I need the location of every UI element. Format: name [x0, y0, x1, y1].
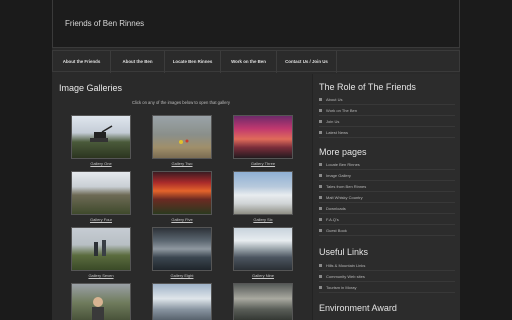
sidebar-link-guest-book[interactable]: Guest Book — [319, 225, 455, 236]
page-instructions: Click on any of the images below to open… — [132, 100, 230, 105]
gallery-twelve-thumbnail[interactable] — [233, 283, 293, 320]
gallery-eleven-thumbnail[interactable] — [152, 283, 212, 320]
nav-locate-ben[interactable]: Locate Ben Rinnes — [165, 51, 221, 73]
gallery-one-link[interactable]: Gallery One — [71, 161, 131, 166]
gallery-three-link[interactable]: Gallery Three — [233, 161, 293, 166]
gallery-five-thumbnail[interactable] — [152, 171, 212, 215]
sidebar: The Role of The Friends About Us Work on… — [312, 74, 460, 320]
nav-work-on-ben[interactable]: Work on the Ben — [221, 51, 277, 73]
sidebar-link-image-gallery[interactable]: Image Gallery — [319, 170, 455, 181]
sidebar-heading-useful: Useful Links — [319, 247, 369, 257]
bullet-icon — [319, 229, 322, 233]
sidebar-link-faq[interactable]: F.A.Q's — [319, 214, 455, 225]
sidebar-link-malt-whisky[interactable]: Malt Whisky Country — [319, 192, 455, 203]
bullet-icon — [319, 275, 322, 279]
sidebar-link-community[interactable]: Community Web sites — [319, 271, 455, 282]
gallery-six-link[interactable]: Gallery Six — [233, 217, 293, 222]
gallery-four-thumbnail[interactable] — [71, 171, 131, 215]
sidebar-heading-environment: Environment Award — [319, 303, 397, 313]
gallery-nine-link[interactable]: Gallery Nine — [233, 273, 293, 278]
gallery-eight-thumbnail[interactable] — [152, 227, 212, 271]
sidebar-link-about-us[interactable]: About Us — [319, 94, 455, 105]
gallery-two-link[interactable]: Gallery Two — [152, 161, 212, 166]
bullet-icon — [319, 185, 322, 189]
gallery-nine-thumbnail[interactable] — [233, 227, 293, 271]
sidebar-link-latest-news[interactable]: Latest News — [319, 127, 455, 138]
sidebar-heading-role: The Role of The Friends — [319, 82, 416, 92]
sidebar-link-locate[interactable]: Locate Ben Rinnes — [319, 159, 455, 170]
sidebar-link-hills[interactable]: Hills & Mountain Links — [319, 260, 455, 271]
bullet-icon — [319, 207, 322, 211]
main-content: Image Galleries Click on any of the imag… — [52, 74, 310, 320]
sidebar-heading-more: More pages — [319, 147, 367, 157]
nav-about-ben[interactable]: About the Ben — [111, 51, 165, 73]
sidebar-link-work-on-ben[interactable]: Work on The Ben — [319, 105, 455, 116]
gallery-eight-link[interactable]: Gallery Eight — [152, 273, 212, 278]
bullet-icon — [319, 218, 322, 222]
gallery-four-link[interactable]: Gallery Four — [71, 217, 131, 222]
gallery-seven-thumbnail[interactable] — [71, 227, 131, 271]
bullet-icon — [319, 174, 322, 178]
sidebar-link-join-us[interactable]: Join Us — [319, 116, 455, 127]
gallery-two-thumbnail[interactable] — [152, 115, 212, 159]
site-title[interactable]: Friends of Ben Rinnes — [65, 19, 144, 28]
bullet-icon — [319, 120, 322, 124]
gallery-five-link[interactable]: Gallery Five — [152, 217, 212, 222]
bullet-icon — [319, 196, 322, 200]
bullet-icon — [319, 286, 322, 290]
site-header: Friends of Ben Rinnes — [52, 0, 460, 48]
gallery-ten-thumbnail[interactable] — [71, 283, 131, 320]
sidebar-link-tourism[interactable]: Tourism in Moray — [319, 282, 455, 293]
gallery-three-thumbnail[interactable] — [233, 115, 293, 159]
main-nav: About the Friends About the Ben Locate B… — [52, 50, 460, 73]
bullet-icon — [319, 109, 322, 113]
gallery-seven-link[interactable]: Gallery Seven — [71, 273, 131, 278]
nav-contact-join[interactable]: Contact Us / Join Us — [277, 51, 337, 73]
gallery-six-thumbnail[interactable] — [233, 171, 293, 215]
bullet-icon — [319, 98, 322, 102]
nav-about-friends[interactable]: About the Friends — [53, 51, 111, 73]
page-title: Image Galleries — [59, 83, 123, 93]
bullet-icon — [319, 131, 322, 135]
bullet-icon — [319, 163, 322, 167]
bullet-icon — [319, 264, 322, 268]
sidebar-link-downloads[interactable]: Downloads — [319, 203, 455, 214]
sidebar-link-tales[interactable]: Tales from Ben Rinnes — [319, 181, 455, 192]
gallery-one-thumbnail[interactable] — [71, 115, 131, 159]
